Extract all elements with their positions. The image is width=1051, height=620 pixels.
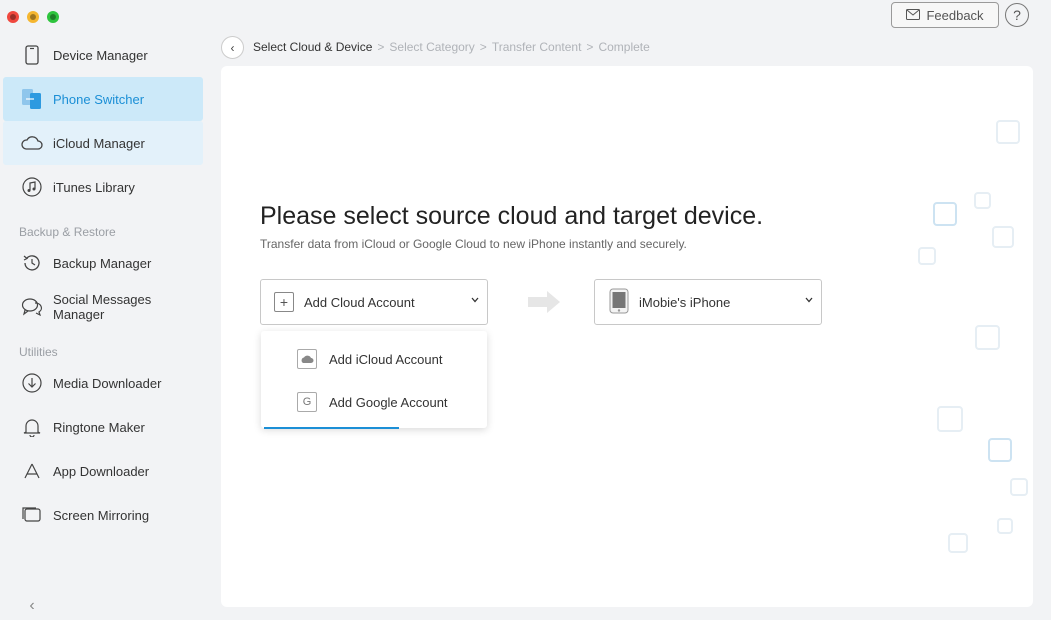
sidebar-item-phone-switcher[interactable]: Phone Switcher xyxy=(3,77,203,121)
bell-icon xyxy=(21,416,43,438)
close-window-button[interactable] xyxy=(7,11,19,23)
sidebar-item-label: Media Downloader xyxy=(53,375,162,391)
sidebar-item-social-messages-manager[interactable]: Social Messages Manager xyxy=(3,285,203,329)
feedback-label: Feedback xyxy=(926,7,984,23)
breadcrumb-separator: > xyxy=(377,40,385,54)
add-google-account-option[interactable]: G Add Google Account xyxy=(297,391,448,413)
dropdown-item-label: Add iCloud Account xyxy=(329,351,443,367)
target-device-label: iMobie's iPhone xyxy=(639,294,731,310)
sidebar-item-label: Backup Manager xyxy=(53,255,152,271)
sidebar-item-app-downloader[interactable]: App Downloader xyxy=(3,449,203,493)
minimize-window-button[interactable] xyxy=(27,11,39,23)
back-button[interactable]: ‹ xyxy=(221,36,244,59)
decorative-square xyxy=(918,247,936,265)
chevron-down-icon xyxy=(471,294,479,306)
iphone-icon xyxy=(609,288,629,317)
breadcrumb-separator: > xyxy=(586,40,594,54)
clock-history-icon xyxy=(21,252,43,274)
sidebar-item-label: Phone Switcher xyxy=(53,91,145,107)
decorative-square xyxy=(1010,478,1028,496)
decorative-square xyxy=(948,533,968,553)
help-button[interactable]: ? xyxy=(1005,3,1029,27)
decorative-square xyxy=(988,438,1012,462)
page-subtitle: Transfer data from iCloud or Google Clou… xyxy=(260,237,687,251)
breadcrumb-step: Select Category xyxy=(389,40,475,54)
phone-switch-icon xyxy=(21,88,43,110)
chat-bubbles-icon xyxy=(21,296,43,318)
page-title: Please select source cloud and target de… xyxy=(260,202,764,230)
main-panel: Please select source cloud and target de… xyxy=(221,66,1033,607)
screen-mirror-icon xyxy=(21,504,43,526)
add-icloud-account-option[interactable]: Add iCloud Account xyxy=(297,348,442,370)
cloud-icon xyxy=(21,132,43,154)
sidebar-item-label: App Downloader xyxy=(53,463,150,479)
breadcrumb: Select Cloud & Device > Select Category … xyxy=(253,40,650,54)
collapse-sidebar-button[interactable]: ‹ xyxy=(24,597,40,614)
sidebar-item-label: Ringtone Maker xyxy=(53,419,145,435)
app-store-icon xyxy=(21,460,43,482)
cloud-icon xyxy=(297,349,317,369)
breadcrumb-step: Complete xyxy=(598,40,650,54)
sidebar-item-ringtone-maker[interactable]: Ringtone Maker xyxy=(3,405,203,449)
download-circle-icon xyxy=(21,372,43,394)
decorative-square xyxy=(996,120,1020,144)
sidebar-item-backup-manager[interactable]: Backup Manager xyxy=(3,241,203,285)
window-controls xyxy=(7,11,59,23)
sidebar-item-itunes-library[interactable]: iTunes Library xyxy=(3,165,203,209)
breadcrumb-separator: > xyxy=(479,40,487,54)
dropdown-focus-underline xyxy=(264,427,399,429)
music-note-icon xyxy=(21,176,43,198)
breadcrumb-step-current: Select Cloud & Device xyxy=(253,40,373,54)
sidebar-item-label: iCloud Manager xyxy=(53,135,145,151)
target-device-select[interactable]: iMobie's iPhone xyxy=(594,279,822,325)
source-cloud-select[interactable]: + Add Cloud Account xyxy=(260,279,488,325)
section-label-utilities: Utilities xyxy=(19,345,58,359)
sidebar-item-device-manager[interactable]: Device Manager xyxy=(3,33,203,77)
sidebar-item-label: Device Manager xyxy=(53,47,148,63)
cloud-account-dropdown: Add iCloud Account G Add Google Account xyxy=(261,331,487,428)
maximize-window-button[interactable] xyxy=(47,11,59,23)
chevron-down-icon xyxy=(805,294,813,306)
google-g-icon: G xyxy=(297,392,317,412)
dropdown-item-label: Add Google Account xyxy=(329,394,448,410)
sidebar-item-label: iTunes Library xyxy=(53,179,135,195)
phone-outline-icon xyxy=(21,44,43,66)
sidebar-item-icloud-manager[interactable]: iCloud Manager xyxy=(3,121,203,165)
plus-icon: + xyxy=(274,292,294,312)
decorative-square xyxy=(992,226,1014,248)
sidebar-item-screen-mirroring[interactable]: Screen Mirroring xyxy=(3,493,203,537)
breadcrumb-step: Transfer Content xyxy=(491,40,582,54)
decorative-square xyxy=(997,518,1013,534)
decorative-square xyxy=(937,406,963,432)
decorative-square xyxy=(933,202,957,226)
feedback-button[interactable]: Feedback xyxy=(891,2,999,28)
sidebar-item-media-downloader[interactable]: Media Downloader xyxy=(3,361,203,405)
envelope-icon xyxy=(906,8,921,23)
sidebar: Device Manager Phone Switcher iCloud Man… xyxy=(0,33,210,620)
source-cloud-label: Add Cloud Account xyxy=(304,294,415,310)
decorative-square xyxy=(974,192,991,209)
sidebar-item-label: Screen Mirroring xyxy=(53,507,150,523)
arrow-right-icon xyxy=(527,290,561,319)
decorative-square xyxy=(975,325,1000,350)
sidebar-item-label: Social Messages Manager xyxy=(53,292,152,322)
section-label-backup: Backup & Restore xyxy=(19,225,116,239)
